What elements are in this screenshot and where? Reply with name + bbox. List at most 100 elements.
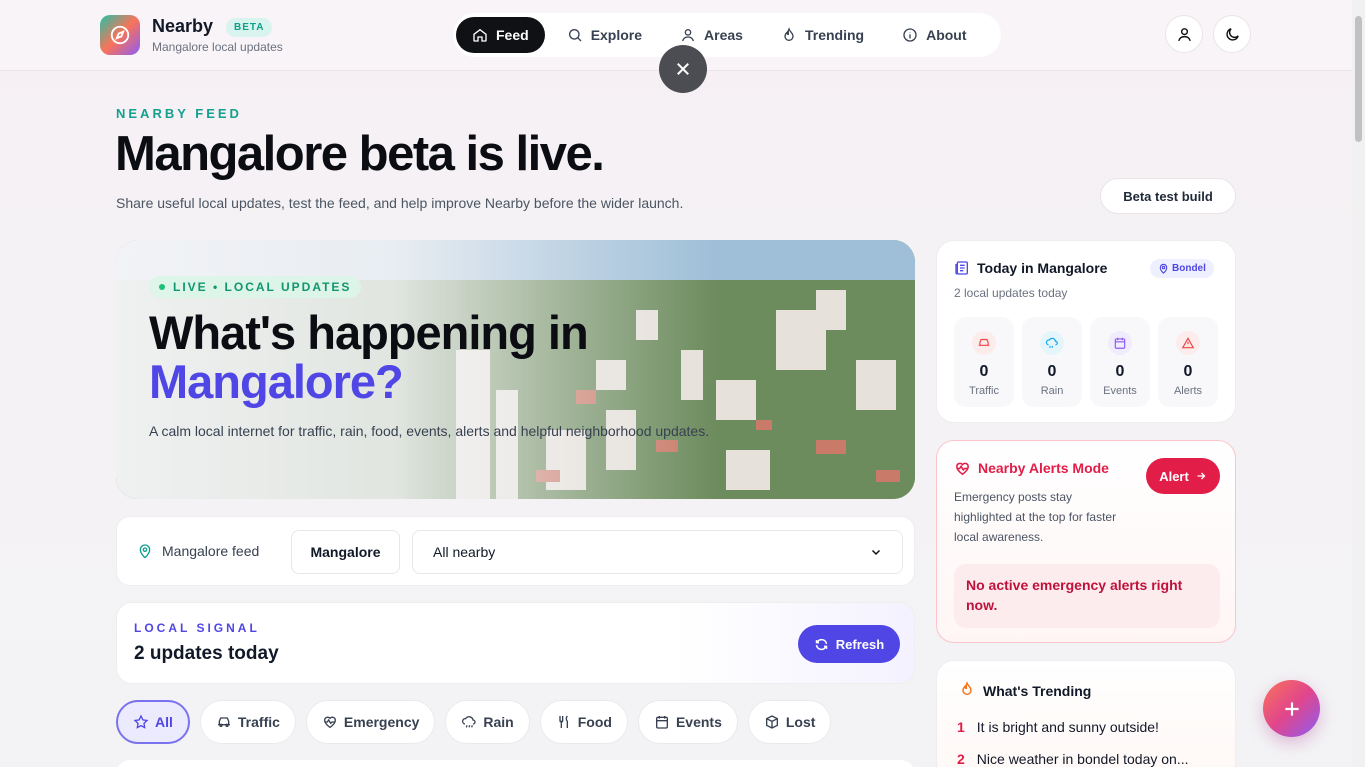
chip-emergency[interactable]: Emergency xyxy=(305,700,436,744)
chip-lost[interactable]: Lost xyxy=(747,700,832,744)
plus-icon xyxy=(1284,701,1299,716)
alert-button-label: Alert xyxy=(1159,468,1189,484)
trending-item[interactable]: 1 It is bright and sunny outside! xyxy=(957,719,1159,735)
area-filter-select[interactable]: All nearby xyxy=(412,530,903,574)
chip-traffic-label: Traffic xyxy=(237,714,280,730)
chip-emergency-label: Emergency xyxy=(343,714,420,730)
app-name: Nearby xyxy=(152,16,214,36)
compass-logo-icon[interactable] xyxy=(100,15,140,55)
trending-title: What's Trending xyxy=(983,683,1092,699)
heart-pulse-icon xyxy=(956,462,969,476)
search-icon xyxy=(568,29,582,42)
beta-build-button[interactable]: Beta test build xyxy=(1100,178,1236,214)
alerts-card: Nearby Alerts Mode Alert Emergency posts… xyxy=(936,440,1236,643)
nav-feed[interactable]: Feed xyxy=(456,17,545,53)
chip-rain[interactable]: Rain xyxy=(445,700,530,744)
stat-traffic-label: Traffic xyxy=(969,385,999,397)
alert-button[interactable]: Alert xyxy=(1146,458,1220,494)
location-label: Mangalore feed xyxy=(137,543,259,559)
newspaper-icon xyxy=(955,261,968,275)
refresh-icon xyxy=(815,638,828,650)
today-card: Today in Mangalore Bondel 2 local update… xyxy=(936,240,1236,423)
alerts-title: Nearby Alerts Mode xyxy=(978,460,1109,476)
trending-text: It is bright and sunny outside! xyxy=(976,719,1159,735)
flame-icon xyxy=(784,27,794,41)
create-post-button[interactable] xyxy=(1263,680,1320,737)
hero-description: A calm local internet for traffic, rain,… xyxy=(149,423,710,439)
stat-traffic-value: 0 xyxy=(979,363,989,380)
close-icon xyxy=(677,63,689,75)
page-scrollbar[interactable] xyxy=(1352,0,1365,767)
stat-rain-value: 0 xyxy=(1047,363,1057,380)
today-title: Today in Mangalore xyxy=(977,260,1108,276)
stat-rain: 0 Rain xyxy=(1022,317,1082,407)
scrollbar-thumb[interactable] xyxy=(1355,16,1362,142)
trending-item[interactable]: 2 Nice weather in bondel today on... xyxy=(957,751,1189,767)
box-icon xyxy=(765,715,778,729)
theme-toggle-button[interactable] xyxy=(1213,15,1251,53)
location-label-text: Mangalore feed xyxy=(162,543,260,559)
close-button[interactable] xyxy=(659,45,707,93)
chevron-down-icon xyxy=(871,549,881,556)
utensils-icon xyxy=(559,715,568,728)
nav-trending-label: Trending xyxy=(804,27,865,43)
location-bar: Mangalore feed Mangalore All nearby xyxy=(116,516,915,586)
map-pin-icon xyxy=(1159,263,1168,274)
chip-lost-label: Lost xyxy=(785,714,816,730)
area-badge[interactable]: Bondel xyxy=(1150,259,1214,278)
hero-title-city: Mangalore? xyxy=(149,355,404,408)
user-pin-icon xyxy=(682,29,695,42)
nav-trending[interactable]: Trending xyxy=(765,17,880,53)
chip-food[interactable]: Food xyxy=(539,700,628,744)
today-stats: 0 Traffic 0 Rain 0 Events 0 Alerts xyxy=(954,317,1218,407)
stat-alerts-value: 0 xyxy=(1183,363,1193,380)
nav-feed-label: Feed xyxy=(496,27,529,43)
moon-icon xyxy=(1225,27,1239,41)
calendar-icon xyxy=(1108,331,1132,355)
nav-explore-label: Explore xyxy=(590,27,643,43)
live-pill: LIVE • LOCAL UPDATES xyxy=(149,276,362,298)
hero-title: What's happening in xyxy=(149,306,589,359)
home-icon xyxy=(473,28,487,42)
trending-rank: 2 xyxy=(957,751,965,767)
stat-traffic: 0 Traffic xyxy=(954,317,1014,407)
category-chips: All Traffic Emergency Rain Food Events L… xyxy=(116,700,832,744)
alerts-description: Emergency posts stay highlighted at the … xyxy=(954,490,1117,544)
stat-alerts: 0 Alerts xyxy=(1158,317,1218,407)
today-subtitle: 2 local updates today xyxy=(954,286,1068,300)
chip-rain-label: Rain xyxy=(483,714,514,730)
refresh-label: Refresh xyxy=(835,636,885,652)
signal-title: 2 updates today xyxy=(134,643,279,664)
stat-alerts-label: Alerts xyxy=(1173,385,1203,397)
hero-banner: LIVE • LOCAL UPDATES What's happening in… xyxy=(116,240,915,499)
stat-rain-label: Rain xyxy=(1040,385,1064,397)
stat-events-label: Events xyxy=(1103,385,1137,397)
warning-icon xyxy=(1176,331,1200,355)
car-icon xyxy=(217,717,230,727)
arrow-right-icon xyxy=(1197,472,1206,480)
trending-rank: 1 xyxy=(957,719,965,735)
chip-traffic[interactable]: Traffic xyxy=(199,700,296,744)
car-icon xyxy=(972,331,996,355)
stat-events-value: 0 xyxy=(1115,363,1125,380)
local-signal-card: LOCAL SIGNAL 2 updates today Refresh xyxy=(116,602,915,684)
profile-button[interactable] xyxy=(1165,15,1203,53)
chip-events[interactable]: Events xyxy=(637,700,738,744)
page-title: Mangalore beta is live. xyxy=(115,127,605,181)
nav-explore[interactable]: Explore xyxy=(551,17,658,53)
trending-card: What's Trending 1 It is bright and sunny … xyxy=(936,660,1236,767)
area-filter-value: All nearby xyxy=(433,544,496,560)
stat-events: 0 Events xyxy=(1090,317,1150,407)
flame-icon xyxy=(962,681,972,696)
nav-areas-label: Areas xyxy=(704,27,743,43)
feed-card-top xyxy=(116,760,915,767)
trending-text: Nice weather in bondel today on... xyxy=(976,751,1189,767)
page-subtitle: Share useful local updates, test the fee… xyxy=(116,195,684,211)
city-button[interactable]: Mangalore xyxy=(291,530,400,574)
nav-about-label: About xyxy=(926,27,967,43)
main-nav: Feed Explore Areas Trending About xyxy=(453,13,1001,57)
cloud-rain-icon xyxy=(462,716,477,728)
refresh-button[interactable]: Refresh xyxy=(798,625,900,663)
nav-about[interactable]: About xyxy=(886,17,982,53)
chip-all[interactable]: All xyxy=(116,700,190,744)
